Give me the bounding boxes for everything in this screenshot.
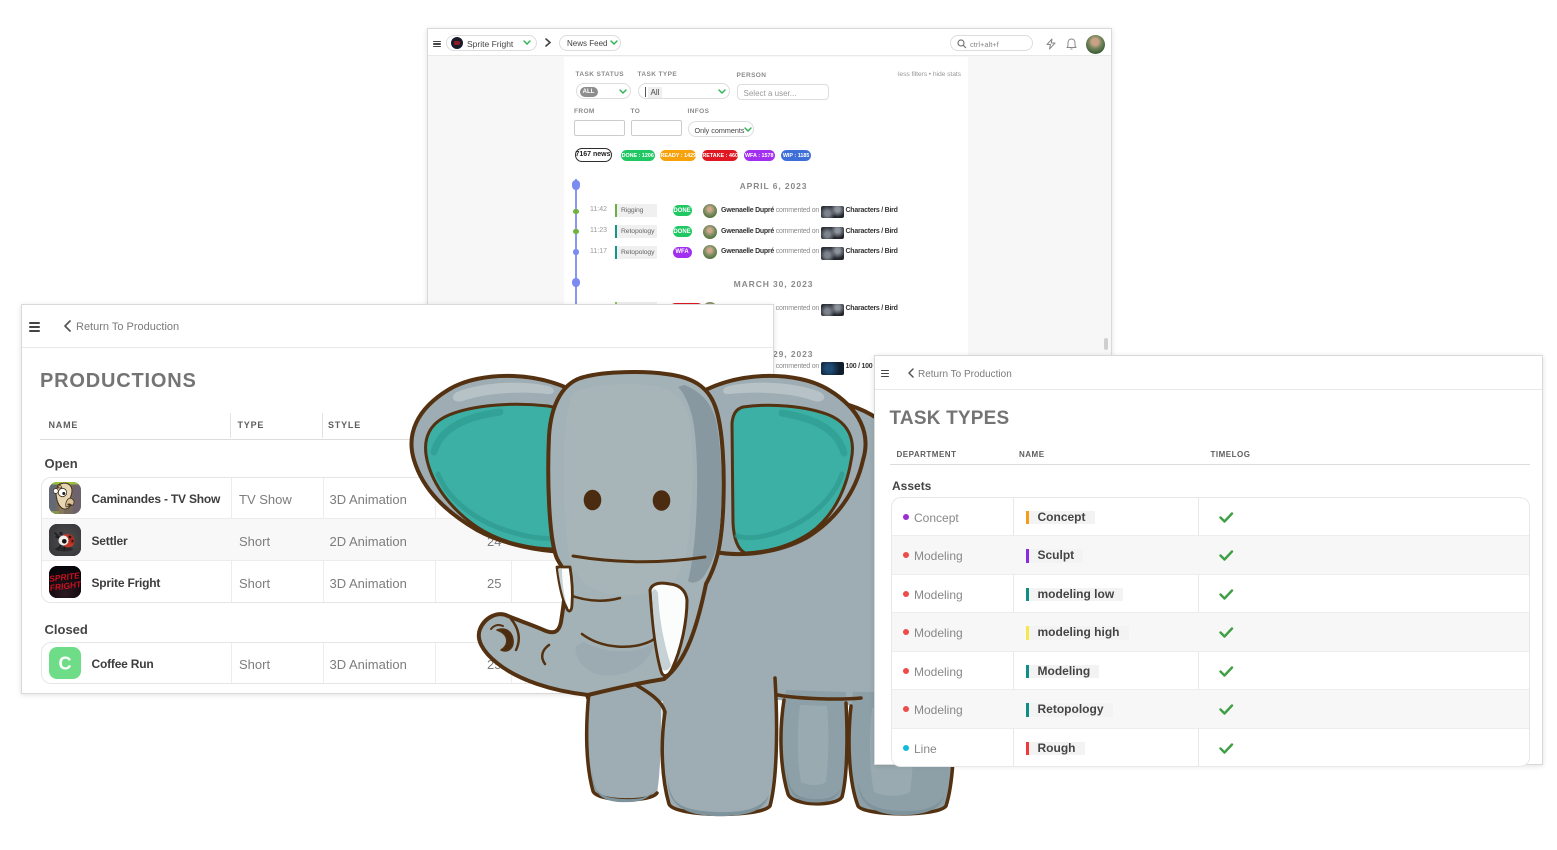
- svg-text:C: C: [58, 654, 71, 674]
